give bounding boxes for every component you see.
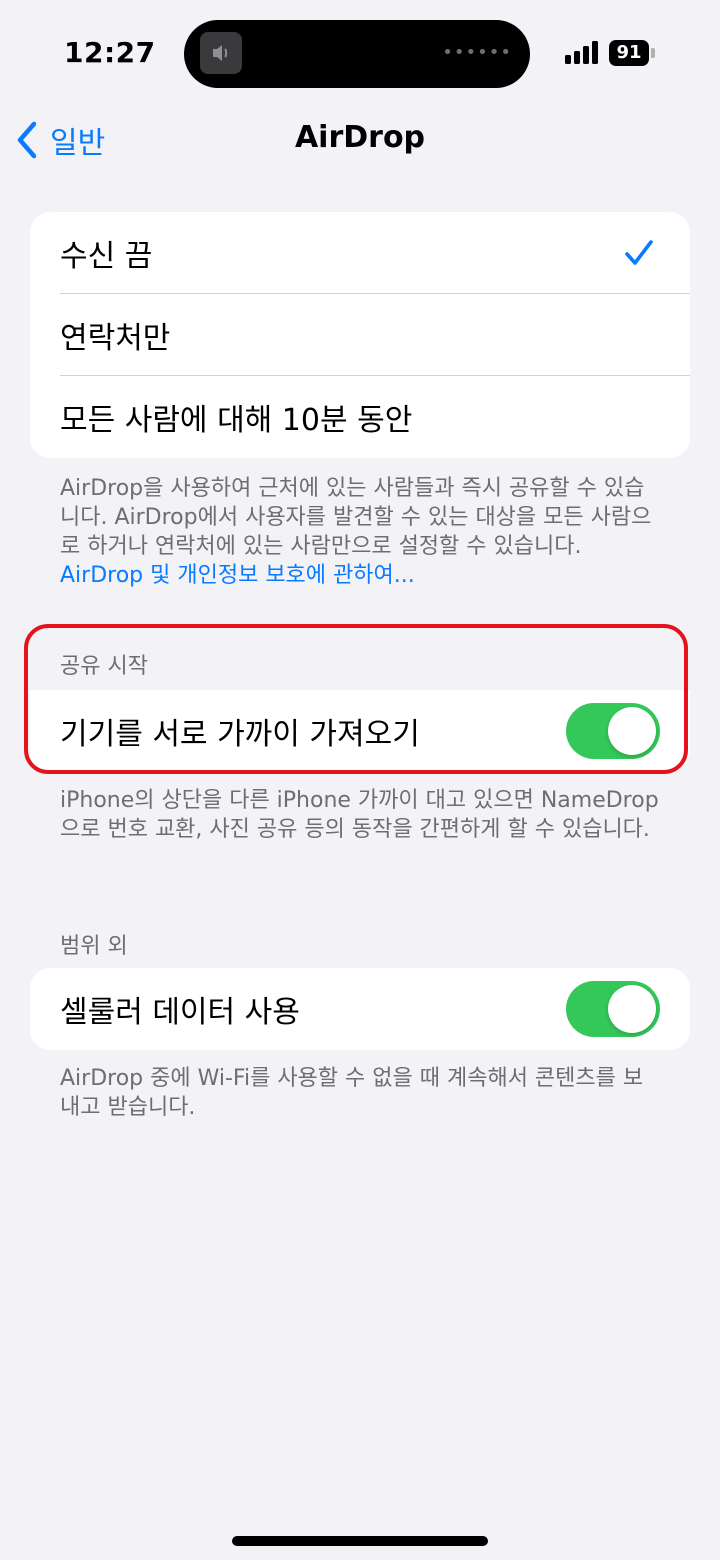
page-title: AirDrop <box>294 120 426 155</box>
activity-dots-icon: •••••• <box>442 42 512 63</box>
receive-footer: AirDrop을 사용하여 근처에 있는 사람들과 즉시 공유할 수 있습니다.… <box>60 474 660 590</box>
out-of-range-footer: AirDrop 중에 Wi-Fi를 사용할 수 없을 때 계속해서 콘텐츠를 보… <box>60 1066 644 1120</box>
receive-options-group: 수신 끔 연락처만 모든 사람에 대해 10분 동안 <box>30 212 690 458</box>
status-bar: 12:27 •••••• 91 <box>0 0 720 100</box>
start-sharing-footer: iPhone의 상단을 다른 iPhone 가까이 대고 있으면 NameDro… <box>60 788 659 842</box>
option-label: 수신 끔 <box>60 239 153 274</box>
bring-devices-together-row: 기기를 서로 가까이 가져오기 <box>30 690 690 772</box>
bring-devices-together-label: 기기를 서로 가까이 가져오기 <box>60 717 420 752</box>
status-time: 12:27 <box>64 36 156 69</box>
option-contacts-only[interactable]: 연락처만 <box>30 294 690 376</box>
use-cellular-data-toggle[interactable] <box>566 981 660 1037</box>
battery-level: 91 <box>609 40 649 66</box>
out-of-range-group: 셀룰러 데이터 사용 <box>30 968 690 1050</box>
checkmark-icon <box>625 240 653 265</box>
option-label: 모든 사람에 대해 10분 동안 <box>60 403 413 438</box>
airdrop-privacy-link[interactable]: AirDrop 및 개인정보 보호에 관하여... <box>60 561 660 590</box>
speaker-icon <box>200 32 242 74</box>
start-sharing-header: 공유 시작 <box>60 654 148 679</box>
home-indicator[interactable] <box>232 1536 488 1546</box>
use-cellular-data-label: 셀룰러 데이터 사용 <box>60 995 300 1030</box>
out-of-range-header: 범위 외 <box>60 934 128 959</box>
dynamic-island: •••••• <box>184 20 530 88</box>
navigation-bar: 일반 AirDrop <box>0 110 720 170</box>
bring-devices-together-toggle[interactable] <box>566 703 660 759</box>
option-label: 연락처만 <box>60 321 171 356</box>
battery-icon: 91 <box>609 40 655 66</box>
receive-footer-text: AirDrop을 사용하여 근처에 있는 사람들과 즉시 공유할 수 있습니다.… <box>60 476 652 559</box>
use-cellular-data-row: 셀룰러 데이터 사용 <box>30 968 690 1050</box>
cellular-signal-icon <box>565 40 601 64</box>
start-sharing-group: 기기를 서로 가까이 가져오기 <box>30 690 690 772</box>
option-receiving-off[interactable]: 수신 끔 <box>30 212 690 294</box>
option-everyone-10min[interactable]: 모든 사람에 대해 10분 동안 <box>30 376 690 458</box>
